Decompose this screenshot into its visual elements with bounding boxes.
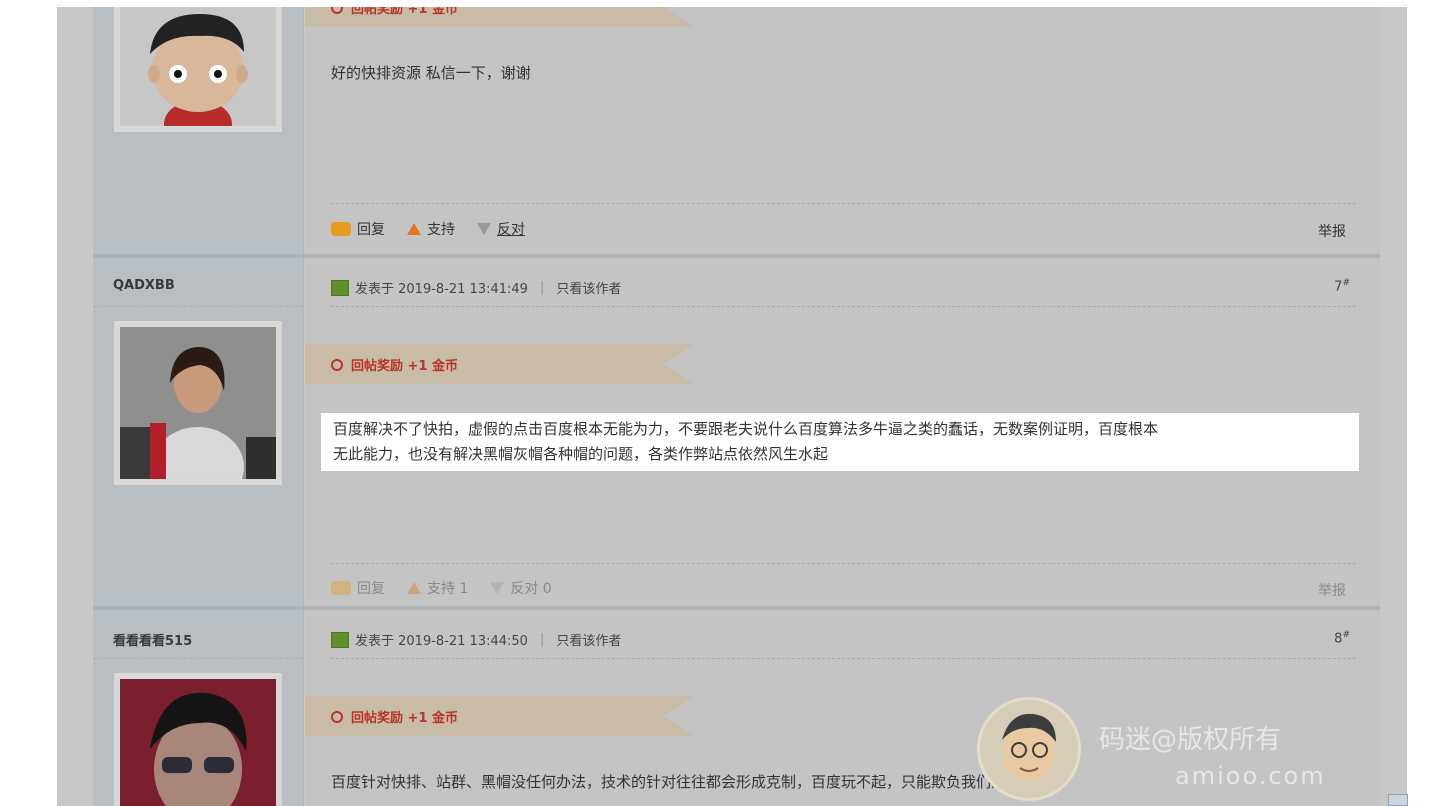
divider [331,203,1356,204]
reward-banner: 回帖奖励 +1 金币 [305,696,695,736]
reward-banner: 回帖奖励 +1 金币 [305,7,695,27]
post-meta: 发表于 2019-8-21 13:41:49 | 只看该作者 [331,278,621,297]
only-author-link[interactable]: 只看该作者 [556,630,621,649]
author-name[interactable]: QADXBB [113,278,175,293]
post-sidebar: 看看看看515 [93,610,304,806]
floor-number[interactable]: 7# [1334,278,1350,294]
reply-button[interactable]: 回复 [331,219,385,239]
circle-icon [331,358,343,371]
page-backdrop: 回帖奖励 +1 金币 好的快排资源 私信一下，谢谢 回复 支持 反对 举报 QA… [57,7,1407,806]
floor-number[interactable]: 8# [1334,630,1350,646]
post-date: 发表于 2019-8-21 13:44:50 [355,634,528,649]
watermark: 码迷@版权所有 amioo.com [977,697,1397,806]
divider [93,306,303,307]
avatar-image [120,327,276,479]
avatar-image [120,7,276,126]
reward-banner: 回帖奖励 +1 金币 [305,344,695,384]
circle-icon [331,710,343,723]
circle-icon [331,7,343,14]
post-body: 百度针对快排、站群、黑帽没任何办法，技术的针对往往都会形成克制，百度玩不起，只能… [331,773,1067,791]
post-date: 发表于 2019-8-21 13:41:49 [355,282,528,297]
comment-icon [331,581,351,595]
post-actions: 回复 支持 反对 [331,219,539,239]
arrow-down-icon [490,582,505,594]
thread-container: 回帖奖励 +1 金币 好的快排资源 私信一下，谢谢 回复 支持 反对 举报 QA… [93,7,1380,806]
divider [331,563,1356,564]
avatar[interactable] [113,320,283,486]
post-sidebar [93,7,304,254]
arrow-down-icon [477,223,491,235]
reply-button[interactable]: 回复 [331,578,385,598]
post-body-line: 无此能力，也没有解决黑帽灰帽各种帽的问题，各类作弊站点依然风生水起 [333,445,829,463]
post-meta: 发表于 2019-8-21 13:44:50 | 只看该作者 [331,630,621,649]
user-icon [331,279,349,296]
report-link[interactable]: 举报 [1318,580,1346,600]
support-button[interactable]: 支持 1 [407,578,468,598]
comment-icon [331,222,351,236]
post-content: 发表于 2019-8-21 13:41:49 | 只看该作者 7# 回帖奖励 +… [305,258,1380,606]
oppose-button[interactable]: 反对 [477,219,525,239]
user-icon [331,631,349,648]
watermark-text: 码迷@版权所有 [1099,725,1282,755]
divider [93,658,303,659]
oppose-button[interactable]: 反对 0 [490,578,552,598]
post-6: 回帖奖励 +1 金币 好的快排资源 私信一下，谢谢 回复 支持 反对 举报 [93,7,1380,254]
divider [331,658,1356,659]
report-link[interactable]: 举报 [1318,221,1346,241]
post-actions: 回复 支持 1 反对 0 [331,578,566,598]
reward-label: 回帖奖励 +1 金币 [351,359,458,374]
post-sidebar: QADXBB [93,258,304,606]
avatar[interactable] [113,7,283,133]
avatar-image [120,679,276,806]
post-7: QADXBB 发表于 2019-8-21 13:41:49 | 只看该作者 7#… [93,258,1380,606]
post-body-line: 百度解决不了快拍，虚假的点击百度根本无能为力，不要跟老夫说什么百度算法多牛逼之类… [333,420,1159,438]
reward-label: 回帖奖励 +1 金币 [351,7,458,17]
post-content: 回帖奖励 +1 金币 好的快排资源 私信一下，谢谢 回复 支持 反对 举报 [305,7,1380,254]
watermark-domain: amioo.com [1175,762,1326,790]
support-button[interactable]: 支持 [407,219,455,239]
post-body: 好的快排资源 私信一下，谢谢 [331,64,531,82]
post-body-highlighted: 百度解决不了快拍，虚假的点击百度根本无能为力，不要跟老夫说什么百度算法多牛逼之类… [321,413,1359,471]
divider [331,306,1356,307]
arrow-up-icon [407,582,421,594]
scroll-to-top-button[interactable] [1388,794,1408,806]
reward-label: 回帖奖励 +1 金币 [351,711,458,726]
only-author-link[interactable]: 只看该作者 [556,278,621,297]
arrow-up-icon [407,223,421,235]
author-name[interactable]: 看看看看515 [113,630,192,649]
watermark-logo-icon [977,697,1081,801]
avatar[interactable] [113,672,283,806]
